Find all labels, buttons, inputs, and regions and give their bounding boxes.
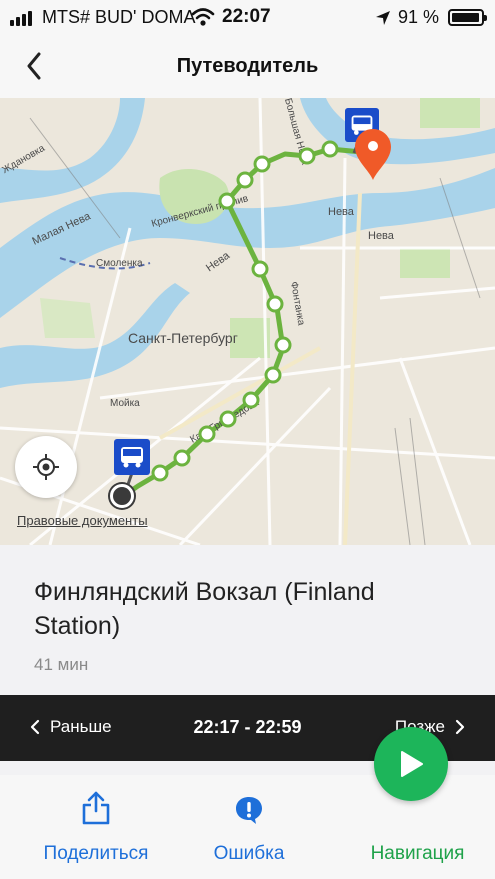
error-label: Ошибка [213,843,285,864]
route-stop [173,449,191,467]
route-stop [242,391,260,409]
share-icon [82,791,110,825]
locate-me-button[interactable] [15,436,77,498]
status-bar: MTS# BUD' DOMA 22:07 91 % [0,0,495,36]
route-stop [218,192,236,210]
chevron-right-icon [455,719,465,735]
battery-percent: 91 % [398,7,440,27]
route-stop [219,410,237,428]
route-info-panel: Финляндский Вокзал (Finland Station) 41 … [0,545,495,695]
clock: 22:07 [222,6,271,27]
share-label: Поделиться [43,843,149,864]
page-title: Путеводитель [176,55,319,77]
bus-stop-icon [114,439,150,475]
crosshair-icon [33,454,59,480]
navigation-bar: Путеводитель [0,36,495,98]
route-stop [198,425,216,443]
navigation-label: Навигация [370,843,465,864]
share-button[interactable]: Поделиться [32,775,160,865]
route-stop [253,155,271,173]
wifi-icon [191,8,215,26]
signal-icon [10,11,32,26]
route-stop [151,464,169,482]
route-stop [264,366,282,384]
route-stop [298,147,316,165]
battery-icon [448,9,487,26]
start-stop-marker[interactable] [110,484,134,508]
report-error-button[interactable]: Ошибка [200,775,298,865]
legal-documents-link[interactable]: Правовые документы [17,513,148,528]
play-icon [401,751,423,777]
route-stop [274,336,292,354]
start-navigation-button[interactable] [374,727,448,801]
route-stop [321,140,339,158]
route-map[interactable]: Санкт-Петербург Нева Нева Нева Малая Нев… [0,98,495,545]
map-pin-icon[interactable] [353,128,393,180]
location-arrow-icon [376,11,390,25]
carrier-name: MTS# BUD' DOMA [42,7,196,27]
exclamation-bubble-icon [236,797,262,824]
station-name: Финляндский Вокзал (Finland Station) [34,578,375,640]
route-stop [251,260,269,278]
route-stop [266,295,284,313]
route-stop [236,171,254,189]
trip-duration: 41 мин [34,655,89,674]
